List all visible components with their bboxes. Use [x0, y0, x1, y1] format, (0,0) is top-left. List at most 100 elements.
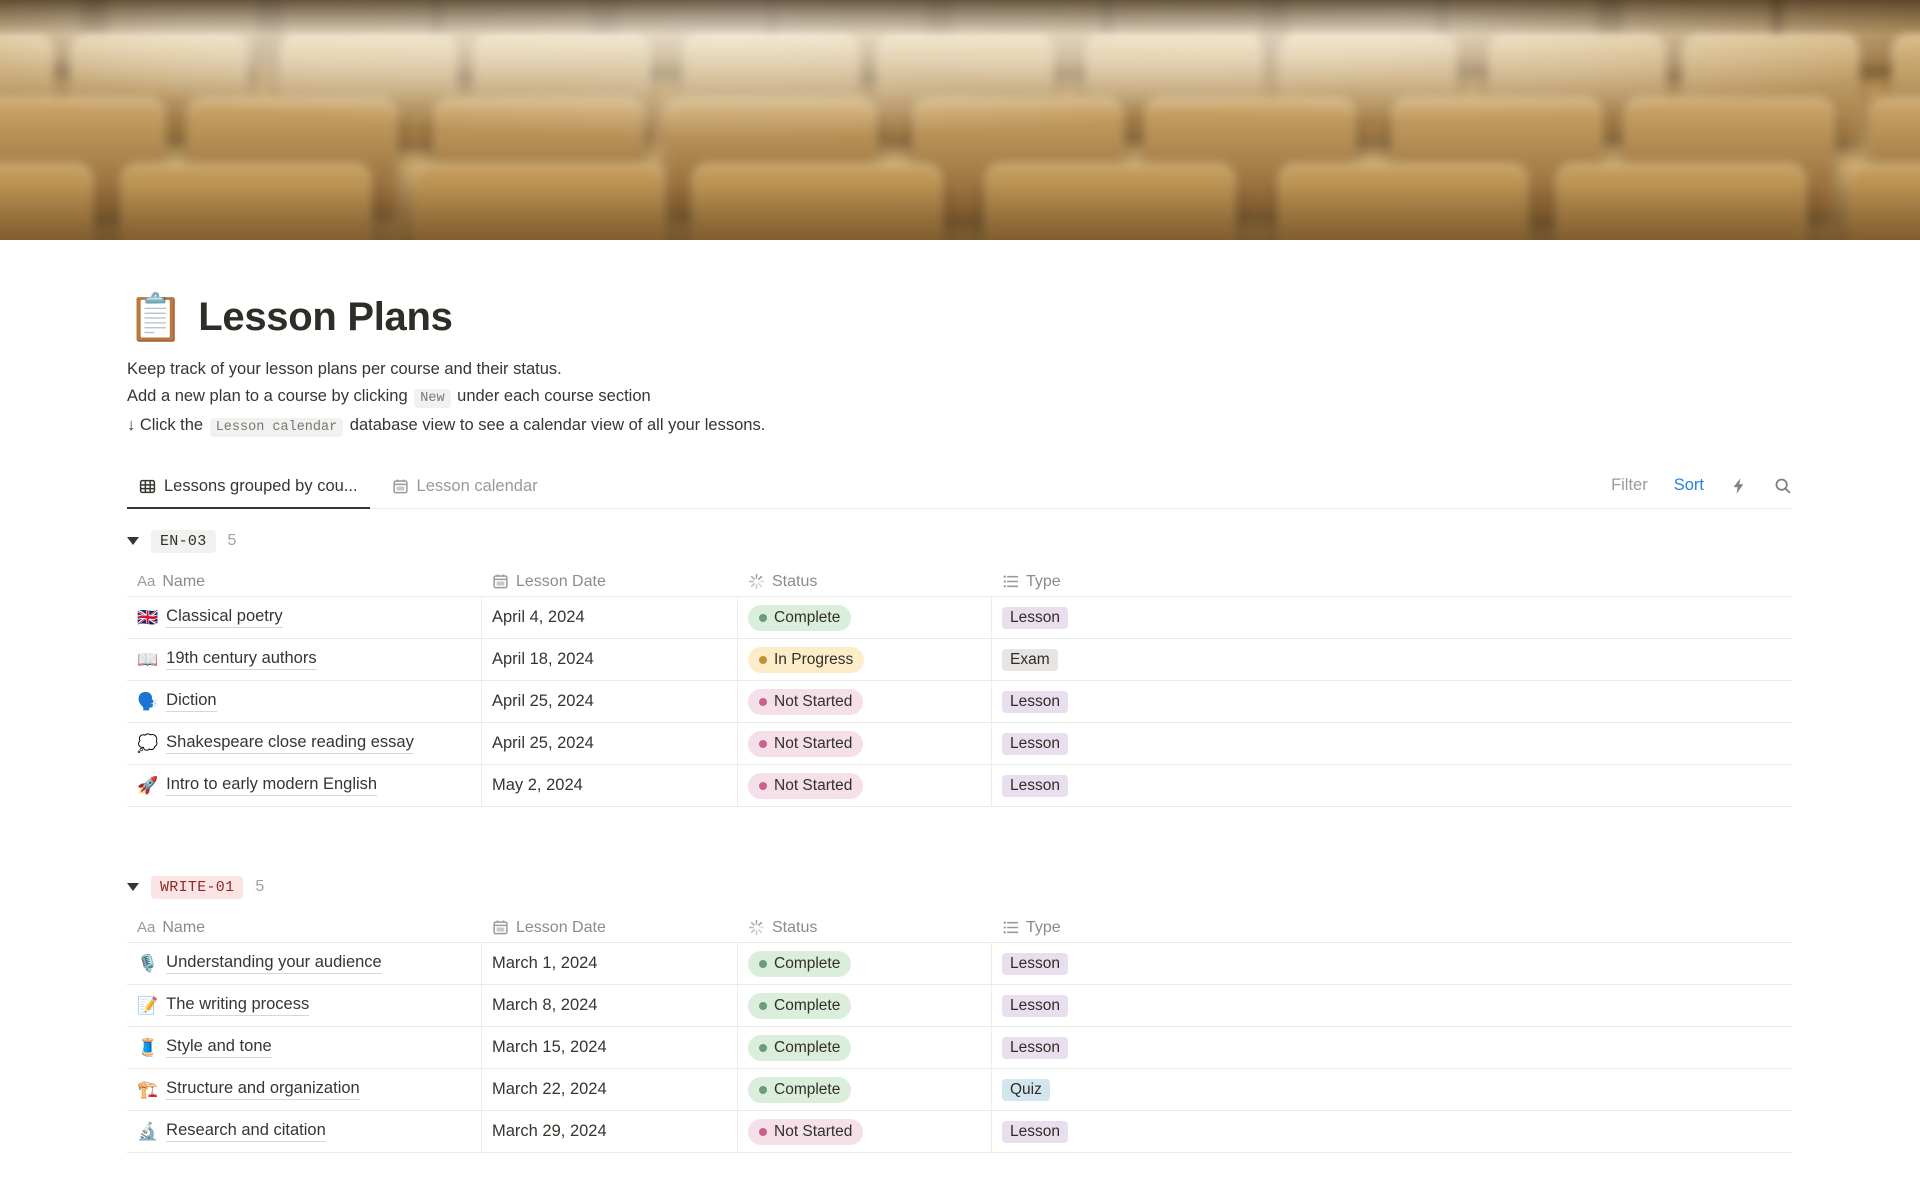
cell-type[interactable]: Lesson	[992, 985, 1792, 1026]
group-row-count: 5	[255, 878, 265, 895]
cell-type[interactable]: Lesson	[992, 681, 1792, 722]
description-text: Keep track of your lesson plans per cour…	[127, 360, 562, 378]
automations-bolt-icon[interactable]	[1730, 477, 1748, 495]
row-page-title[interactable]: The writing process	[166, 995, 310, 1016]
column-header-lesson-date[interactable]: Lesson Date	[482, 913, 738, 942]
group-name-chip[interactable]: EN-03	[151, 529, 216, 553]
status-badge[interactable]: Not Started	[748, 1118, 864, 1145]
cell-name[interactable]: 📝 The writing process	[127, 985, 482, 1026]
cell-type[interactable]: Lesson	[992, 765, 1792, 806]
row-page-title[interactable]: Shakespeare close reading essay	[166, 733, 414, 754]
page-title[interactable]: Lesson Plans	[198, 295, 453, 340]
status-badge[interactable]: Not Started	[748, 772, 864, 799]
status-dot	[759, 1085, 767, 1094]
cell-status[interactable]: Not Started	[738, 1111, 992, 1152]
cell-name[interactable]: 🏗️ Structure and organization	[127, 1069, 482, 1110]
cell-lesson-date[interactable]: April 18, 2024	[482, 639, 738, 680]
filter-button[interactable]: Filter	[1611, 476, 1648, 495]
status-dot	[759, 781, 767, 790]
page-icon[interactable]: 📋	[127, 294, 184, 340]
cell-lesson-date[interactable]: April 25, 2024	[482, 723, 738, 764]
cell-status[interactable]: Complete	[738, 985, 992, 1026]
description-text: database view to see a calendar view of …	[345, 416, 766, 434]
cell-status[interactable]: Not Started	[738, 765, 992, 806]
type-badge[interactable]: Lesson	[1002, 732, 1068, 755]
cell-name[interactable]: 🇬🇧 Classical poetry	[127, 597, 482, 638]
column-header-name[interactable]: Aa Name	[127, 913, 482, 942]
cell-name[interactable]: 💭 Shakespeare close reading essay	[127, 723, 482, 764]
cell-status[interactable]: Complete	[738, 597, 992, 638]
cell-status[interactable]: In Progress	[738, 639, 992, 680]
cell-status[interactable]: Complete	[738, 1069, 992, 1110]
status-badge[interactable]: In Progress	[748, 646, 865, 673]
group-name-chip[interactable]: WRITE-01	[151, 875, 244, 899]
cell-name[interactable]: 📖 19th century authors	[127, 639, 482, 680]
group-toggle-triangle[interactable]	[127, 883, 139, 891]
status-badge[interactable]: Complete	[748, 950, 852, 977]
row-page-title[interactable]: Understanding your audience	[166, 953, 382, 974]
type-badge[interactable]: Lesson	[1002, 1120, 1068, 1143]
status-badge[interactable]: Complete	[748, 992, 852, 1019]
row-page-title[interactable]: Style and tone	[166, 1037, 272, 1058]
cell-lesson-date[interactable]: April 4, 2024	[482, 597, 738, 638]
cell-name[interactable]: 🗣️ Diction	[127, 681, 482, 722]
status-badge[interactable]: Complete	[748, 604, 852, 631]
sort-button[interactable]: Sort	[1674, 476, 1704, 495]
cell-type[interactable]: Lesson	[992, 1027, 1792, 1068]
cell-type[interactable]: Quiz	[992, 1069, 1792, 1110]
cell-type[interactable]: Lesson	[992, 597, 1792, 638]
cell-lesson-date[interactable]: March 8, 2024	[482, 985, 738, 1026]
column-header-status[interactable]: Status	[738, 567, 992, 596]
cell-type[interactable]: Exam	[992, 639, 1792, 680]
cell-lesson-date[interactable]: May 2, 2024	[482, 765, 738, 806]
cell-lesson-date[interactable]: March 22, 2024	[482, 1069, 738, 1110]
cell-name[interactable]: 🔬 Research and citation	[127, 1111, 482, 1152]
cell-type[interactable]: Lesson	[992, 943, 1792, 984]
row-page-emoji-icon: 🗣️	[137, 692, 159, 711]
lesson-date-value: March 22, 2024	[492, 1080, 607, 1098]
row-page-title[interactable]: Intro to early modern English	[166, 775, 378, 796]
calendar-icon	[392, 478, 409, 495]
row-page-title[interactable]: Diction	[166, 691, 217, 712]
group-toggle-triangle[interactable]	[127, 537, 139, 545]
status-badge[interactable]: Not Started	[748, 730, 864, 757]
row-page-title[interactable]: Classical poetry	[166, 607, 283, 628]
row-page-title[interactable]: 19th century authors	[166, 649, 317, 670]
status-badge[interactable]: Not Started	[748, 688, 864, 715]
type-badge[interactable]: Lesson	[1002, 952, 1068, 975]
cover-photo[interactable]	[0, 0, 1920, 240]
cell-status[interactable]: Complete	[738, 1027, 992, 1068]
cell-lesson-date[interactable]: March 29, 2024	[482, 1111, 738, 1152]
cell-type[interactable]: Lesson	[992, 723, 1792, 764]
cell-lesson-date[interactable]: April 25, 2024	[482, 681, 738, 722]
row-page-title[interactable]: Research and citation	[166, 1121, 326, 1142]
type-badge[interactable]: Lesson	[1002, 774, 1068, 797]
type-badge[interactable]: Quiz	[1002, 1078, 1050, 1101]
status-dot	[759, 1127, 767, 1136]
cell-lesson-date[interactable]: March 1, 2024	[482, 943, 738, 984]
cell-status[interactable]: Complete	[738, 943, 992, 984]
cell-name[interactable]: 🎙️ Understanding your audience	[127, 943, 482, 984]
type-badge[interactable]: Exam	[1002, 648, 1058, 671]
cell-type[interactable]: Lesson	[992, 1111, 1792, 1152]
cell-name[interactable]: 🚀 Intro to early modern English	[127, 765, 482, 806]
type-badge[interactable]: Lesson	[1002, 606, 1068, 629]
row-page-title[interactable]: Structure and organization	[166, 1079, 360, 1100]
status-badge[interactable]: Complete	[748, 1034, 852, 1061]
status-badge[interactable]: Complete	[748, 1076, 852, 1103]
cell-status[interactable]: Not Started	[738, 723, 992, 764]
column-header-lesson-date[interactable]: Lesson Date	[482, 567, 738, 596]
column-header-name[interactable]: Aa Name	[127, 567, 482, 596]
cell-name[interactable]: 🧵 Style and tone	[127, 1027, 482, 1068]
column-header-type[interactable]: Type	[992, 567, 1792, 596]
tab-lessons-grouped-by-cou[interactable]: Lessons grouped by cou...	[127, 465, 370, 509]
cell-lesson-date[interactable]: March 15, 2024	[482, 1027, 738, 1068]
column-header-type[interactable]: Type	[992, 913, 1792, 942]
type-badge[interactable]: Lesson	[1002, 994, 1068, 1017]
type-badge[interactable]: Lesson	[1002, 690, 1068, 713]
type-badge[interactable]: Lesson	[1002, 1036, 1068, 1059]
search-icon[interactable]	[1774, 477, 1792, 495]
cell-status[interactable]: Not Started	[738, 681, 992, 722]
column-header-status[interactable]: Status	[738, 913, 992, 942]
tab-lesson-calendar[interactable]: Lesson calendar	[380, 465, 550, 509]
